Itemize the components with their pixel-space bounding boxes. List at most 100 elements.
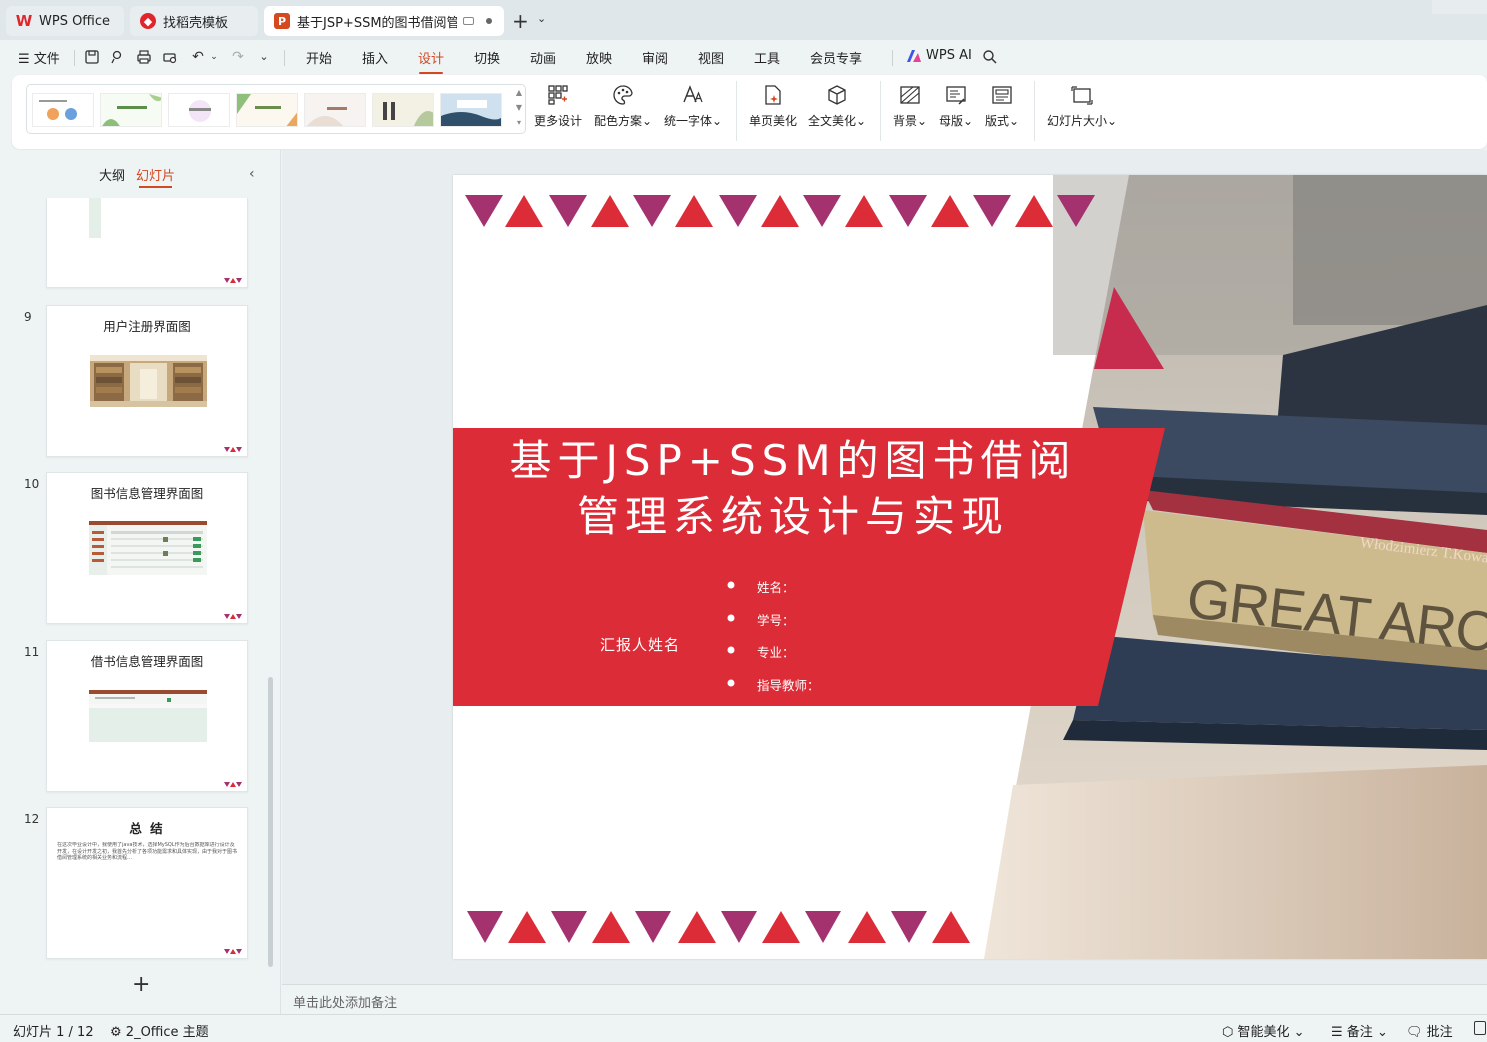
export-icon[interactable] <box>110 49 126 65</box>
tab-current-document[interactable]: P 基于JSP+SSM的图书借阅管理 <box>264 6 504 36</box>
slide-thumbnail-10[interactable]: 图书信息管理界面图 <box>46 472 248 624</box>
file-menu-label: 文件 <box>33 52 60 67</box>
menu-tab-member[interactable]: 会员专享 <box>810 48 862 67</box>
master-button[interactable]: 母版⌄ <box>936 84 976 129</box>
quick-access-dropdown-icon[interactable]: ⌄ <box>256 49 272 65</box>
slide-title-line-1: 基于JSP+SSM的图书借阅 <box>509 436 1077 485</box>
menu-tab-view[interactable]: 视图 <box>698 48 724 67</box>
current-slide[interactable]: GREAT ARCHIT Włodzimierz T.Kowalski 基于JS… <box>453 175 1487 959</box>
redo-icon[interactable]: ↷ <box>230 49 246 65</box>
gallery-scroll-up-icon[interactable]: ▲ <box>513 85 525 100</box>
master-slide-icon <box>946 86 966 105</box>
ribbon-divider <box>880 81 881 141</box>
menu-tab-transition[interactable]: 切换 <box>474 48 500 67</box>
slide-thumbnail-9[interactable]: 用户注册界面图 <box>46 305 248 457</box>
full-beautify-button[interactable]: 全文美化⌄ <box>806 84 868 129</box>
tab-slides[interactable]: 幻灯片 <box>136 165 175 188</box>
thumb-image <box>89 198 101 238</box>
menu-tab-animation[interactable]: 动画 <box>530 48 556 67</box>
tab-outline[interactable]: 大纲 <box>99 165 125 184</box>
undo-dropdown-icon[interactable]: ⌄ <box>206 49 222 65</box>
status-bar: 幻灯片 1 / 12 ⚙ 2_Office 主题 ⬡ 智能美化 ⌄ ☰ 备注 ⌄… <box>0 1014 1487 1042</box>
slide-thumbnail-11[interactable]: 借书信息管理界面图 <box>46 640 248 792</box>
monitor-icon[interactable] <box>463 17 474 25</box>
slide-thumbnail-12[interactable]: 总 结 在这次毕业设计中，我使用了java技术，选择MySQL作为后台数据库进行… <box>46 807 248 959</box>
print-icon[interactable] <box>136 49 152 65</box>
title-tab-bar: W WPS Office ◆ 找稻壳模板 P 基于JSP+SSM的图书借阅管理 … <box>0 0 1487 40</box>
template-thumb[interactable] <box>304 93 366 127</box>
layout-icon <box>992 86 1012 104</box>
chevron-down-icon: ⌄ <box>855 114 867 128</box>
menu-tab-insert[interactable]: 插入 <box>362 48 388 67</box>
field-major: 专业： <box>757 645 795 660</box>
layout-button[interactable]: 版式⌄ <box>982 84 1022 129</box>
window-controls[interactable] <box>1432 0 1487 14</box>
search-icon[interactable] <box>982 49 998 65</box>
chevron-down-icon: ⌄ <box>962 114 974 128</box>
template-thumb[interactable] <box>440 93 502 127</box>
unify-font-label: 统一字体 <box>663 114 712 128</box>
new-tab-dropdown-icon[interactable]: ⌄ <box>537 12 546 25</box>
file-menu[interactable]: ☰ 文件 <box>18 48 60 67</box>
design-template-gallery[interactable]: ▲ ▼ ▾ <box>26 84 526 134</box>
docer-logo-icon: ◆ <box>140 13 156 29</box>
notes-placeholder[interactable]: 单击此处添加备注 <box>293 992 397 1011</box>
speaker-notes-area[interactable]: 单击此处添加备注 <box>282 984 1487 1014</box>
comments-label: 批注 <box>1426 1025 1453 1040</box>
collapse-panel-icon[interactable]: ‹ <box>249 166 255 182</box>
notes-toggle-button[interactable]: ☰ 备注 ⌄ <box>1331 1021 1388 1040</box>
slide-thumbnail[interactable] <box>46 198 248 288</box>
color-scheme-button[interactable]: 配色方案⌄ <box>592 84 654 129</box>
more-design-button[interactable]: 更多设计 <box>530 84 586 129</box>
tab-template-store[interactable]: ◆ 找稻壳模板 <box>130 6 258 36</box>
save-icon[interactable] <box>84 49 100 65</box>
wps-ai-button[interactable]: WPS AI <box>926 48 972 63</box>
slide-editing-canvas[interactable]: GREAT ARCHIT Włodzimierz T.Kowalski 基于JS… <box>282 150 1487 984</box>
single-page-beautify-button[interactable]: 单页美化 <box>746 84 800 129</box>
thumb-triangle-decoration <box>224 447 242 452</box>
slide-title[interactable]: 基于JSP+SSM的图书借阅 管理系统设计与实现 <box>453 433 1133 545</box>
chevron-down-icon: ⌄ <box>916 114 928 128</box>
menu-tab-tools[interactable]: 工具 <box>754 48 780 67</box>
gallery-scroll[interactable]: ▲ ▼ ▾ <box>513 85 525 133</box>
menu-divider <box>284 50 285 66</box>
template-thumb[interactable] <box>168 93 230 127</box>
tab-document-label: 基于JSP+SSM的图书借阅管理 <box>297 15 457 31</box>
slide-size-button[interactable]: 幻灯片大小⌄ <box>1044 84 1120 129</box>
slide-number: 10 <box>24 477 40 491</box>
template-thumb[interactable] <box>372 93 434 127</box>
menu-tab-design[interactable]: 设计 <box>418 48 444 74</box>
panel-scrollbar[interactable] <box>268 677 273 967</box>
gallery-expand-icon[interactable]: ▾ <box>513 115 525 130</box>
comment-icon: 🗨 <box>1406 1025 1423 1040</box>
menu-tab-home[interactable]: 开始 <box>306 48 332 67</box>
unsaved-dot-icon[interactable] <box>486 18 492 24</box>
smart-beautify-button[interactable]: ⬡ 智能美化 ⌄ <box>1222 1021 1305 1040</box>
menu-tab-review[interactable]: 审阅 <box>642 48 668 67</box>
unify-font-button[interactable]: 统一字体⌄ <box>662 84 724 129</box>
triangle-border-top <box>465 195 1095 227</box>
slide-thumbnail-panel: 大纲 幻灯片 ‹ 9 用户注册界面图 10 图书信息管理界面图 11 借书信息管… <box>0 150 281 1014</box>
undo-icon[interactable]: ↶ <box>190 49 206 65</box>
menu-tab-slideshow[interactable]: 放映 <box>586 48 612 67</box>
template-thumb[interactable] <box>100 93 162 127</box>
menu-divider <box>74 50 75 66</box>
theme-indicator[interactable]: ⚙ 2_Office 主题 <box>110 1021 209 1040</box>
add-slide-plus-icon[interactable]: + <box>132 972 150 997</box>
gallery-scroll-down-icon[interactable]: ▼ <box>513 100 525 115</box>
hamburger-icon: ☰ <box>18 52 34 67</box>
grid-icon <box>548 85 568 105</box>
background-button[interactable]: 背景⌄ <box>890 84 930 129</box>
single-page-beautify-label: 单页美化 <box>748 114 797 128</box>
template-thumb[interactable] <box>32 93 94 127</box>
template-thumb[interactable] <box>236 93 298 127</box>
print-preview-icon[interactable] <box>162 49 178 65</box>
notes-icon: ☰ <box>1331 1025 1343 1040</box>
notes-label: 备注 <box>1346 1025 1373 1040</box>
tab-wps-office[interactable]: W WPS Office <box>6 6 124 36</box>
normal-view-icon[interactable] <box>1474 1021 1486 1035</box>
comments-button[interactable]: 🗨 批注 <box>1406 1021 1453 1040</box>
reporter-name[interactable]: 汇报人姓名 <box>600 634 680 655</box>
new-tab-plus-icon[interactable]: + <box>512 9 529 33</box>
cube-icon <box>828 85 846 105</box>
